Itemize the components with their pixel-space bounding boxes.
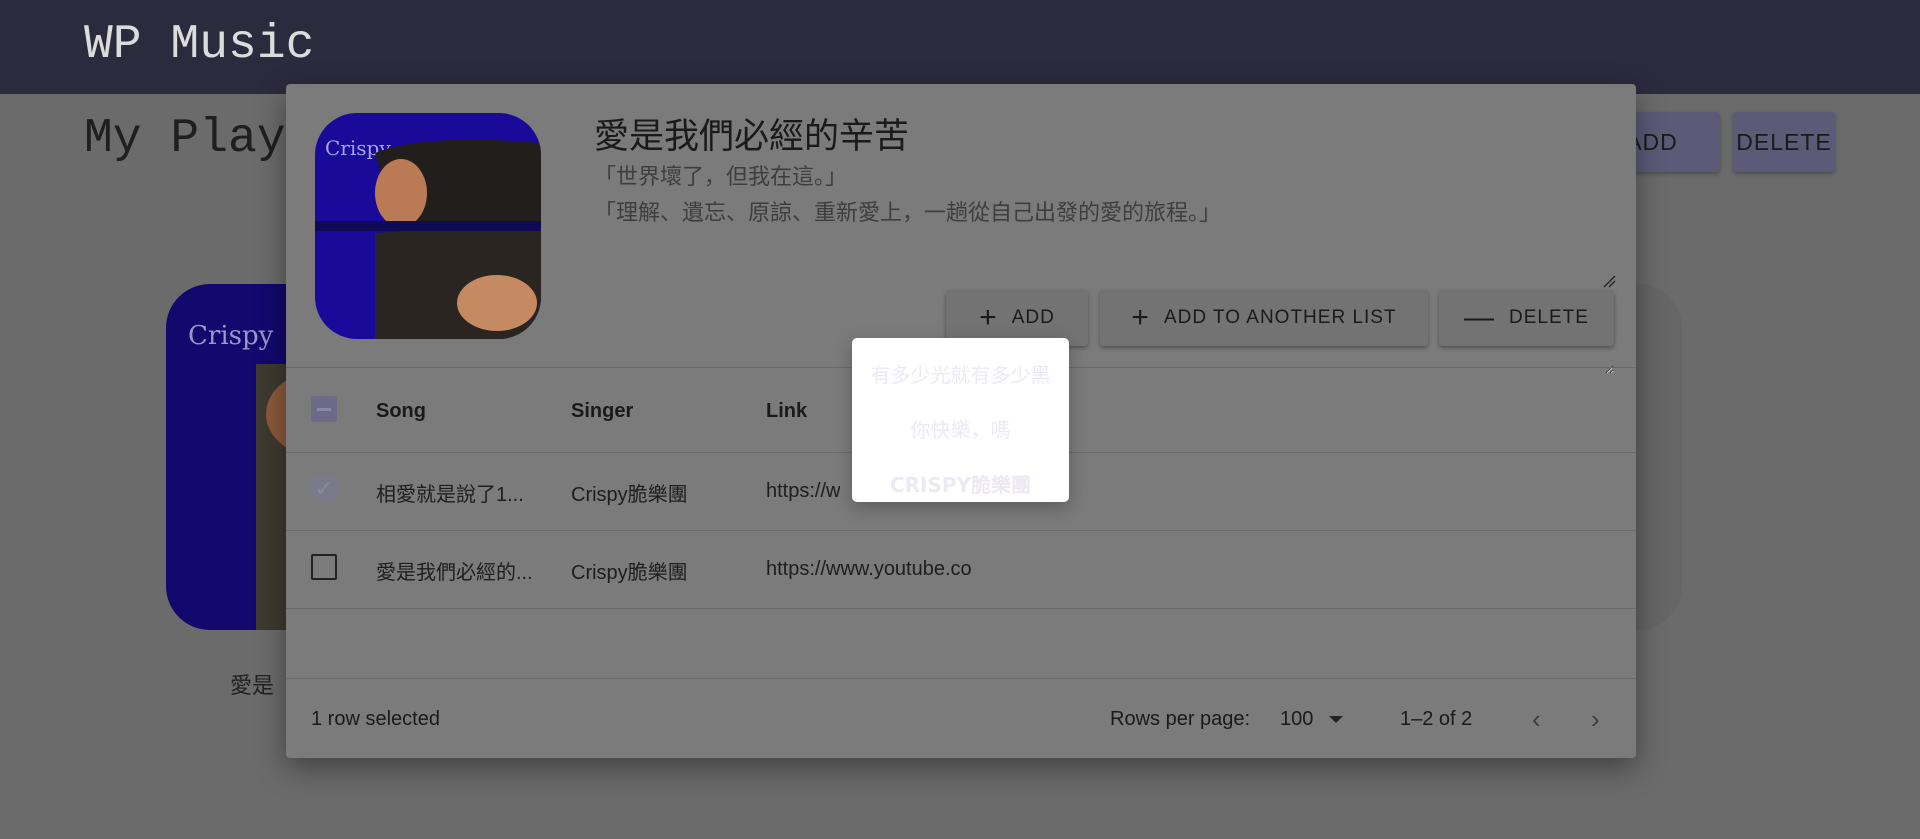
add-another-button-label: ADD TO ANOTHER LIST <box>1163 307 1397 328</box>
chevron-left-icon[interactable]: ‹ <box>1532 704 1541 735</box>
divider <box>286 678 1636 679</box>
selection-count: 1 row selected <box>311 708 440 730</box>
description-line-2: 「理解、遺忘、原諒、重新愛上，一趟從自己出發的愛的旅程。」 <box>594 201 1222 226</box>
column-header-singer[interactable]: Singer <box>571 400 633 423</box>
plus-icon: + <box>979 301 998 334</box>
pagination-range: 1–2 of 2 <box>1400 708 1473 730</box>
cell-song: 相愛就是說了1... <box>376 484 524 506</box>
cell-singer: Crispy脆樂團 <box>571 562 688 584</box>
rows-per-page-label: Rows per page: <box>1110 708 1251 730</box>
select-all-checkbox[interactable] <box>311 396 337 422</box>
divider <box>286 608 1636 609</box>
add-button-label: ADD <box>1011 307 1055 328</box>
menu-item-playlist[interactable]: 有多少光就有多少黑 <box>852 346 1069 401</box>
column-header-song[interactable]: Song <box>376 400 426 423</box>
description-line-1: 「世界壞了，但我在這。」 <box>594 165 848 190</box>
menu-item-playlist[interactable]: CRISPY脆樂團 <box>852 456 1069 511</box>
minus-icon: — <box>1464 301 1496 334</box>
cell-song: 愛是我們必經的... <box>376 562 533 584</box>
chevron-down-icon <box>1329 716 1344 724</box>
rows-per-page-select[interactable]: 100 <box>1280 708 1344 731</box>
album-cover: Crispy <box>315 113 541 339</box>
delete-song-button[interactable]: — DELETE <box>1439 290 1614 346</box>
playlist-name[interactable]: 愛是我們必經的辛苦 <box>594 108 909 159</box>
menu-item-playlist[interactable]: 你快樂，嗎 <box>852 401 1069 456</box>
cell-link[interactable]: https://www.youtube.co <box>766 558 998 581</box>
resize-grip-icon[interactable] <box>1602 274 1616 288</box>
cell-singer: Crispy脆樂團 <box>571 484 688 506</box>
divider <box>286 530 1636 531</box>
chevron-right-icon[interactable]: › <box>1591 704 1600 735</box>
add-to-another-list-button[interactable]: + ADD TO ANOTHER LIST <box>1100 290 1428 346</box>
add-to-list-menu: 有多少光就有多少黑 你快樂，嗎 CRISPY脆樂團 <box>852 338 1069 502</box>
column-header-link[interactable]: Link <box>766 400 807 423</box>
row-checkbox[interactable]: ✓ <box>311 476 337 502</box>
delete-button-label: DELETE <box>1509 307 1589 328</box>
row-checkbox[interactable] <box>311 554 337 580</box>
rows-per-page-value: 100 <box>1280 708 1314 730</box>
plus-icon: + <box>1131 301 1150 334</box>
cell-link[interactable]: https://w <box>766 480 840 503</box>
